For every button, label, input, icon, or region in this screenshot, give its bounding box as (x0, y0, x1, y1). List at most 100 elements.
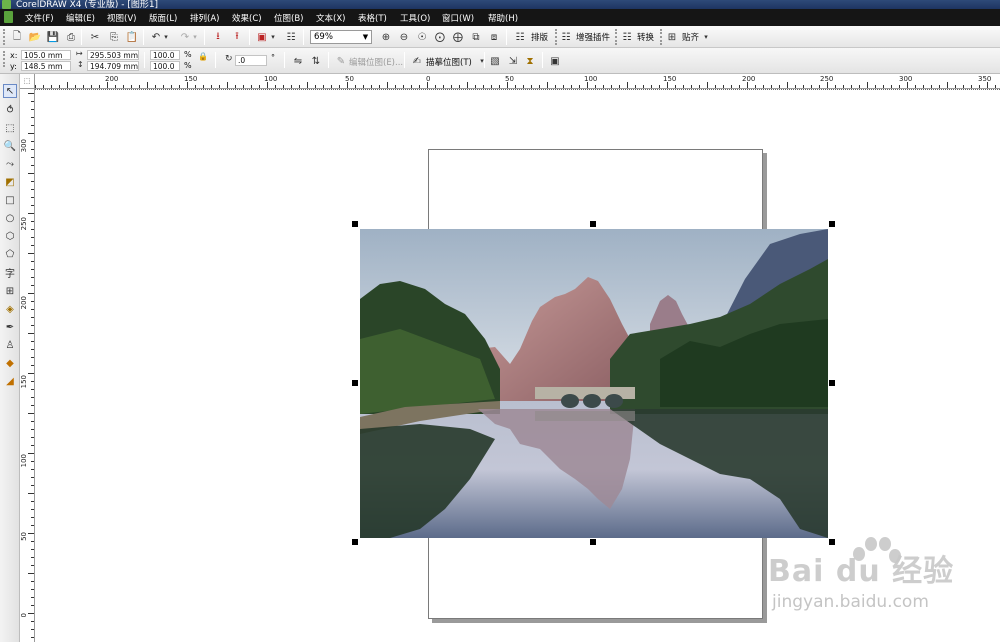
copy-icon[interactable]: ⎘ (106, 29, 122, 45)
menu-tools[interactable]: 工具(O) (400, 12, 430, 24)
outline-tool-icon[interactable]: ♙ (3, 338, 17, 352)
text-tool-icon[interactable]: 字 (3, 265, 17, 280)
crop-bitmap-icon[interactable]: ▧ (487, 53, 503, 69)
menu-bitmaps[interactable]: 位图(B) (274, 12, 303, 24)
wrap-text-icon[interactable]: ▣ (547, 53, 563, 69)
scale-height-field[interactable]: 100.0 (150, 61, 180, 71)
menu-layout[interactable]: 版面(L) (149, 12, 177, 24)
bitmap-color-mask-icon[interactable]: ⧗ (522, 53, 538, 69)
menu-text[interactable]: 文本(X) (316, 12, 345, 24)
ruler-tick (31, 509, 34, 510)
selection-handle-left[interactable] (352, 380, 358, 386)
menu-view[interactable]: 视图(V) (107, 12, 136, 24)
height-field[interactable]: 194.709 mm (87, 61, 139, 71)
width-icon: ↦ (76, 49, 83, 58)
export-icon[interactable]: ⭱ (229, 29, 245, 45)
y-position-field[interactable]: 148.5 mm (21, 61, 71, 71)
snap-button[interactable]: 贴齐 (682, 31, 699, 43)
ruler-tick (115, 85, 116, 88)
ruler-origin[interactable]: mm⬚ (20, 74, 35, 89)
ruler-tick (915, 85, 916, 88)
resample-icon[interactable]: ⇲ (505, 53, 521, 69)
toolbar-grip[interactable] (3, 29, 6, 45)
paste-icon[interactable]: 📋 (124, 29, 140, 45)
zoom-page-width-icon[interactable]: ⧉ (468, 29, 484, 45)
selected-bitmap-image[interactable] (360, 229, 828, 538)
selection-handle-bottom-left[interactable] (352, 539, 358, 545)
ruler-label: 100 (584, 75, 598, 83)
shape-tool-icon[interactable]: ⥀ (3, 103, 17, 117)
lock-ratio-icon[interactable]: 🔒 (198, 52, 208, 61)
menu-effects[interactable]: 效果(C) (232, 12, 262, 24)
zoom-tool-icon[interactable]: 🔍 (3, 139, 17, 153)
smart-fill-tool-icon[interactable]: ◩ (3, 175, 17, 189)
ruler-tick (31, 517, 34, 518)
menu-edit[interactable]: 编辑(E) (66, 12, 95, 24)
undo-dropdown-icon[interactable]: ▾ (161, 29, 171, 45)
save-icon[interactable]: 💾 (45, 29, 61, 45)
enhance-plugin-button[interactable]: 增强插件 (576, 31, 610, 43)
convert-icon[interactable]: ☷ (619, 29, 635, 45)
selection-handle-top[interactable] (590, 221, 596, 227)
standard-toolbar: 🗋 📂 💾 ⎙ ✂ ⎘ 📋 ↶ ▾ ↷ ▾ ⭳ ⭱ ▣ ▾ ☷ 69% ▼ ⊕ … (0, 26, 1000, 48)
mirror-horizontal-icon[interactable]: ⇋ (290, 53, 306, 69)
eyedropper-tool-icon[interactable]: ✒ (3, 320, 17, 334)
menu-file[interactable]: 文件(F) (25, 12, 54, 24)
table-tool-icon[interactable]: ⊞ (3, 284, 17, 298)
interactive-fill-tool-icon[interactable]: ◢ (3, 374, 17, 388)
scale-width-field[interactable]: 100.0 (150, 50, 180, 60)
selection-handle-bottom[interactable] (590, 539, 596, 545)
ellipse-tool-icon[interactable]: ○ (3, 211, 17, 225)
menu-help[interactable]: 帮助(H) (488, 12, 518, 24)
polygon-tool-icon[interactable]: ⬡ (3, 229, 17, 243)
print-icon[interactable]: ⎙ (63, 29, 79, 45)
redo-dropdown-icon[interactable]: ▾ (190, 29, 200, 45)
welcome-screen-icon[interactable]: ☷ (283, 29, 299, 45)
convert-button[interactable]: 转换 (637, 31, 654, 43)
trace-bitmap-icon[interactable]: ✍ (409, 53, 425, 69)
horizontal-ruler[interactable]: 200 150 100 50 0 50 100 150 200 250 300 … (20, 74, 1000, 89)
edit-bitmap-button[interactable]: 编辑位图(E)... (349, 56, 403, 68)
toolbar-grip[interactable] (3, 51, 6, 67)
fill-tool-icon[interactable]: ◆ (3, 356, 17, 370)
toolbar-grip[interactable] (615, 29, 618, 45)
basic-shapes-tool-icon[interactable]: ⬠ (3, 247, 17, 261)
zoom-level-select[interactable]: 69% ▼ (310, 30, 372, 44)
zoom-out-icon[interactable]: ⊖ (396, 29, 412, 45)
zoom-page-icon[interactable]: ⨁ (450, 29, 466, 45)
layout-button[interactable]: 排版 (531, 31, 548, 43)
freehand-tool-icon[interactable]: ⤳ (3, 157, 17, 171)
cut-icon[interactable]: ✂ (87, 29, 103, 45)
rectangle-tool-icon[interactable]: □ (3, 193, 17, 207)
edit-bitmap-icon[interactable]: ✎ (333, 53, 349, 69)
width-field[interactable]: 295.503 mm (87, 50, 139, 60)
layout-icon[interactable]: ☷ (512, 29, 528, 45)
selection-handle-right[interactable] (829, 380, 835, 386)
menu-window[interactable]: 窗口(W) (442, 12, 474, 24)
zoom-all-objects-icon[interactable]: ⨀ (432, 29, 448, 45)
crop-tool-icon[interactable]: ⬚ (3, 121, 17, 135)
launcher-dropdown-icon[interactable]: ▾ (268, 29, 278, 45)
new-document-icon[interactable]: 🗋 (9, 29, 25, 45)
plugin-icon[interactable]: ☷ (558, 29, 574, 45)
mirror-vertical-icon[interactable]: ⇅ (308, 53, 324, 69)
selection-handle-top-right[interactable] (829, 221, 835, 227)
import-icon[interactable]: ⭳ (210, 29, 226, 45)
interactive-blend-tool-icon[interactable]: ◈ (3, 302, 17, 316)
snap-icon[interactable]: ⊞ (664, 29, 680, 45)
trace-bitmap-button[interactable]: 描摹位图(T) (426, 56, 472, 68)
menu-arrange[interactable]: 排列(A) (190, 12, 219, 24)
pick-tool-icon[interactable]: ↖ (3, 84, 17, 98)
document-icon[interactable] (4, 11, 13, 23)
rotation-angle-field[interactable]: .0 (235, 55, 267, 66)
menu-table[interactable]: 表格(T) (358, 12, 387, 24)
snap-dropdown-icon[interactable]: ▾ (702, 29, 710, 45)
zoom-selected-icon[interactable]: ☉ (414, 29, 430, 45)
zoom-page-height-icon[interactable]: ⧈ (486, 29, 502, 45)
toolbar-grip[interactable] (660, 29, 663, 45)
selection-handle-top-left[interactable] (352, 221, 358, 227)
open-folder-icon[interactable]: 📂 (27, 29, 43, 45)
zoom-in-icon[interactable]: ⊕ (378, 29, 394, 45)
x-position-field[interactable]: 105.0 mm (21, 50, 71, 60)
vertical-ruler[interactable]: 300 250 200 150 100 50 0 (20, 89, 35, 642)
